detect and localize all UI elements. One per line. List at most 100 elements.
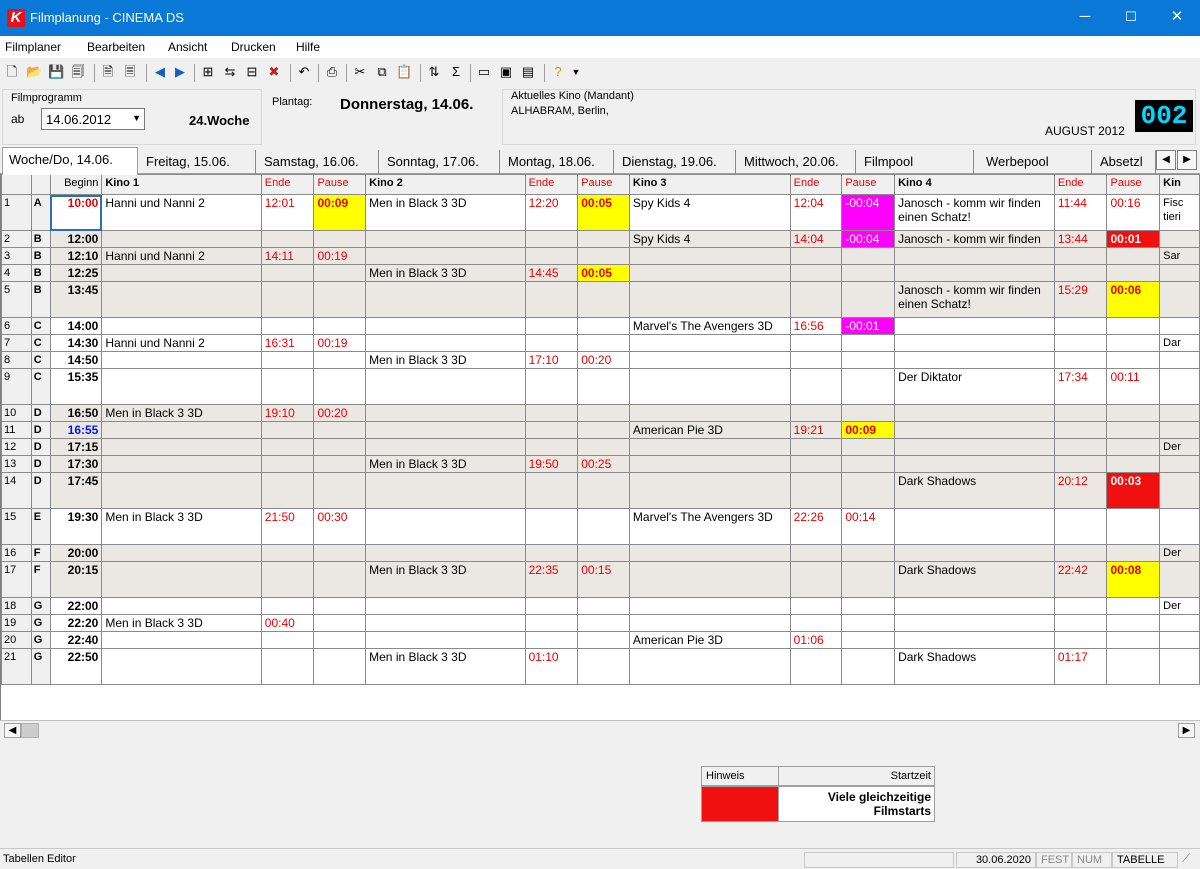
kino5-cell[interactable] [1159,230,1200,248]
pause-cell[interactable] [577,631,630,649]
film-cell[interactable]: Janosch - komm wir finden [894,230,1055,248]
tab-dienstag[interactable]: Dienstag, 19.06. [616,150,736,174]
pause-cell[interactable] [577,247,630,265]
kino5-cell[interactable] [1159,614,1200,632]
film-cell[interactable] [101,368,262,405]
film-cell[interactable] [628,561,791,598]
end-time-cell[interactable] [789,404,843,422]
view-icon[interactable]: ▭ [476,64,492,80]
pause-cell[interactable] [577,404,630,422]
end-time-cell[interactable]: 19:21 [789,421,843,439]
minimize-button[interactable]: ─ [1062,0,1108,36]
tab-woche[interactable]: Woche/Do, 14.06. [2,147,138,175]
image-icon[interactable]: ▣ [498,64,514,80]
kino5-cell[interactable] [1159,631,1200,649]
end-time-cell[interactable] [789,544,843,562]
table-row[interactable]: 12 D 17:15 Der [1,438,1200,456]
horizontal-scrollbar[interactable]: ◀ ▶ [0,720,1200,738]
film-cell[interactable] [894,508,1055,545]
end-time-cell[interactable] [789,455,843,473]
kino5-cell[interactable] [1159,421,1200,439]
pause-cell[interactable]: 00:15 [577,561,630,598]
start-time-cell[interactable]: 16:55 [49,421,103,439]
end-time-cell[interactable] [524,421,579,439]
end-time-cell[interactable]: 22:35 [524,561,579,598]
film-cell[interactable] [628,368,791,405]
end-time-cell[interactable] [524,281,579,318]
end-time-cell[interactable] [524,544,579,562]
window-icon[interactable]: ▤ [520,64,536,80]
column-header[interactable]: Pause [313,174,367,195]
row-group[interactable]: B [30,247,51,265]
pause-cell[interactable] [841,597,896,615]
film-cell[interactable] [101,455,262,473]
copy-plan-icon[interactable]: 🗎 [100,64,116,80]
row-group[interactable]: D [30,404,51,422]
start-time-cell[interactable]: 22:00 [49,597,103,615]
start-time-cell[interactable]: 13:45 [49,281,103,318]
end-time-cell[interactable] [789,472,843,509]
end-time-cell[interactable] [1053,631,1108,649]
end-time-cell[interactable] [1053,421,1108,439]
pause-cell[interactable]: 00:19 [313,334,367,352]
column-header[interactable]: Ende [1053,174,1108,195]
kino5-cell[interactable]: Der [1159,438,1200,456]
end-time-cell[interactable] [1053,247,1108,265]
pause-cell[interactable] [1106,334,1161,352]
end-time-cell[interactable] [260,264,315,282]
film-cell[interactable] [894,631,1055,649]
film-cell[interactable] [365,544,526,562]
film-cell[interactable]: Dark Shadows [894,561,1055,598]
end-time-cell[interactable] [524,230,579,248]
film-cell[interactable]: Men in Black 3 3D [101,614,262,632]
film-cell[interactable]: Men in Black 3 3D [365,194,526,231]
resize-grip-icon[interactable]: ⟋ [1182,851,1190,866]
row-number[interactable]: 17 [1,561,32,598]
end-time-cell[interactable]: 19:10 [260,404,315,422]
row-group[interactable]: C [30,317,51,335]
pause-cell[interactable] [841,281,896,318]
pause-cell[interactable] [841,351,896,369]
column-header[interactable] [30,174,51,195]
end-time-cell[interactable]: 22:42 [1053,561,1108,598]
film-cell[interactable]: Der Diktator [894,368,1055,405]
end-time-cell[interactable] [524,614,579,632]
row-number[interactable]: 6 [1,317,32,335]
end-time-cell[interactable] [260,561,315,598]
tab-scroll-left-icon[interactable]: ◀ [1156,150,1176,170]
pause-cell[interactable]: 00:25 [577,455,630,473]
date-select[interactable]: 14.06.2012 ▼ [41,108,145,130]
paste-icon[interactable]: 📋 [396,64,412,80]
row-group[interactable]: G [30,648,51,685]
row-number[interactable]: 21 [1,648,32,685]
film-cell[interactable] [365,281,526,318]
end-time-cell[interactable]: 16:31 [260,334,315,352]
film-cell[interactable]: Dark Shadows [894,472,1055,509]
film-cell[interactable] [365,421,526,439]
kino5-cell[interactable] [1159,648,1200,685]
film-cell[interactable] [365,317,526,335]
start-time-cell[interactable]: 17:30 [49,455,103,473]
end-time-cell[interactable] [789,438,843,456]
end-time-cell[interactable] [524,631,579,649]
end-time-cell[interactable]: 12:04 [789,194,843,231]
column-header[interactable]: Pause [841,174,896,195]
table-row[interactable]: 5 B 13:45 Janosch - komm wir finden einen S… [1,281,1200,318]
pause-cell[interactable] [313,472,367,509]
film-cell[interactable]: Spy Kids 4 [628,194,791,231]
film-cell[interactable]: Marvel's The Avengers 3D [628,508,791,545]
table-row[interactable]: 17 F 20:15 Men in Black 3 3D 22:35 00:15 Dark … [1,561,1200,598]
row-group[interactable]: G [30,631,51,649]
sum-icon[interactable]: Σ [448,64,464,80]
paste-plan-icon[interactable]: 🗏 [122,64,138,80]
help-icon[interactable]: ? [550,64,566,80]
row-group[interactable]: D [30,438,51,456]
maximize-button[interactable]: ☐ [1108,0,1154,36]
pause-cell[interactable] [313,597,367,615]
pause-cell[interactable] [841,648,896,685]
row-number[interactable]: 2 [1,230,32,248]
film-cell[interactable] [628,544,791,562]
column-header[interactable]: Ende [789,174,843,195]
pause-cell[interactable] [313,368,367,405]
row-number[interactable]: 4 [1,264,32,282]
